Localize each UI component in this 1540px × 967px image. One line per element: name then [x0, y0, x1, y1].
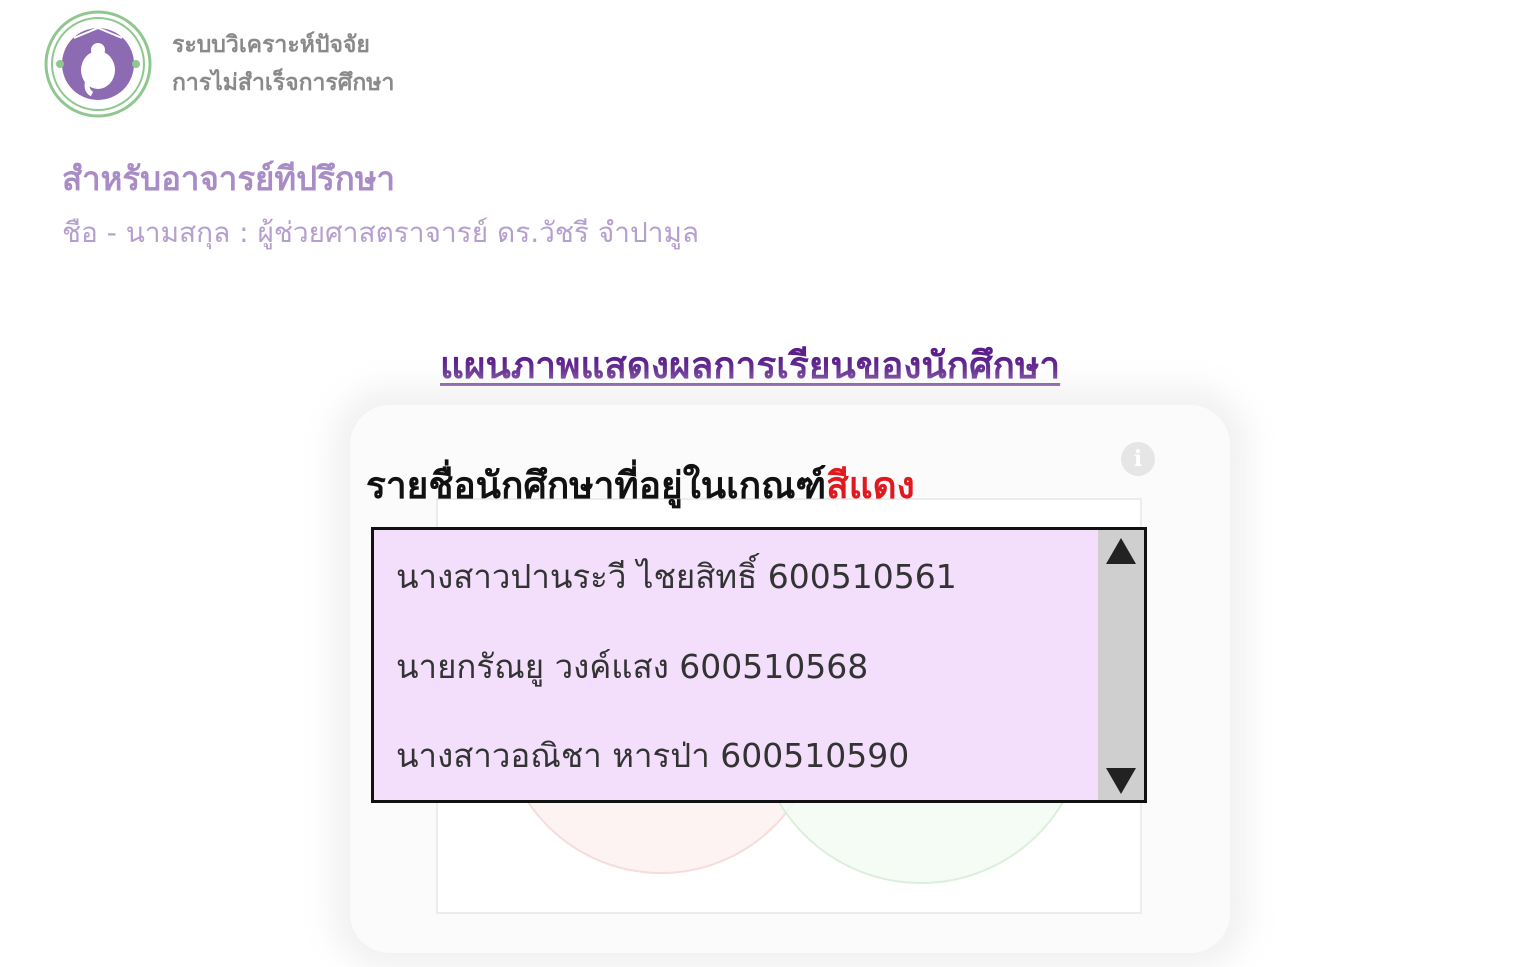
scroll-up-arrow-icon[interactable]	[1104, 536, 1138, 566]
student-listbox[interactable]: นางสาวปานระวี ไชยสิทธิ์ 600510561 นายกรั…	[371, 527, 1147, 803]
cmu-elephant-seal-icon	[44, 10, 152, 118]
list-title-highlight: สีแดง	[826, 464, 915, 507]
advisor-name: ชือ - นามสกุล : ผู้ช่วยศาสตราจารย์ ดร.วั…	[62, 216, 700, 249]
list-item[interactable]: นางสาวอณิชา หารป่า 600510590	[396, 729, 909, 782]
list-item[interactable]: นายกรัณยู วงค์แสง 600510568	[396, 640, 868, 693]
app-title: ระบบวิเคราะห์ปัจจัย การไม่สำเร็จการศึกษา	[172, 26, 394, 102]
triangle-down-icon	[1106, 768, 1136, 794]
app-title-line2: การไม่สำเร็จการศึกษา	[172, 70, 395, 96]
list-title-prefix: รายชื่อนักศึกษาที่อยู่ในเกณฑ์	[366, 464, 827, 507]
page: ระบบวิเคราะห์ปัจจัย การไม่สำเร็จการศึกษา…	[0, 0, 1540, 967]
listbox-scrollbar[interactable]	[1098, 530, 1144, 800]
info-icon: i	[1121, 442, 1155, 476]
red-zone-list-title: รายชื่อนักศึกษาที่อยู่ในเกณฑ์สีแดง	[366, 456, 915, 515]
university-logo	[44, 10, 152, 118]
student-results-chart-link[interactable]: แผนภาพแสดงผลการเรียนของนักศึกษา	[440, 336, 1060, 395]
role-title: สำหรับอาจารย์ทีปรึกษา	[62, 159, 396, 198]
scroll-down-arrow-icon[interactable]	[1104, 766, 1138, 796]
triangle-up-icon	[1106, 538, 1136, 564]
app-title-line1: ระบบวิเคราะห์ปัจจัย	[172, 32, 370, 58]
list-item[interactable]: นางสาวปานระวี ไชยสิทธิ์ 600510561	[396, 550, 957, 603]
